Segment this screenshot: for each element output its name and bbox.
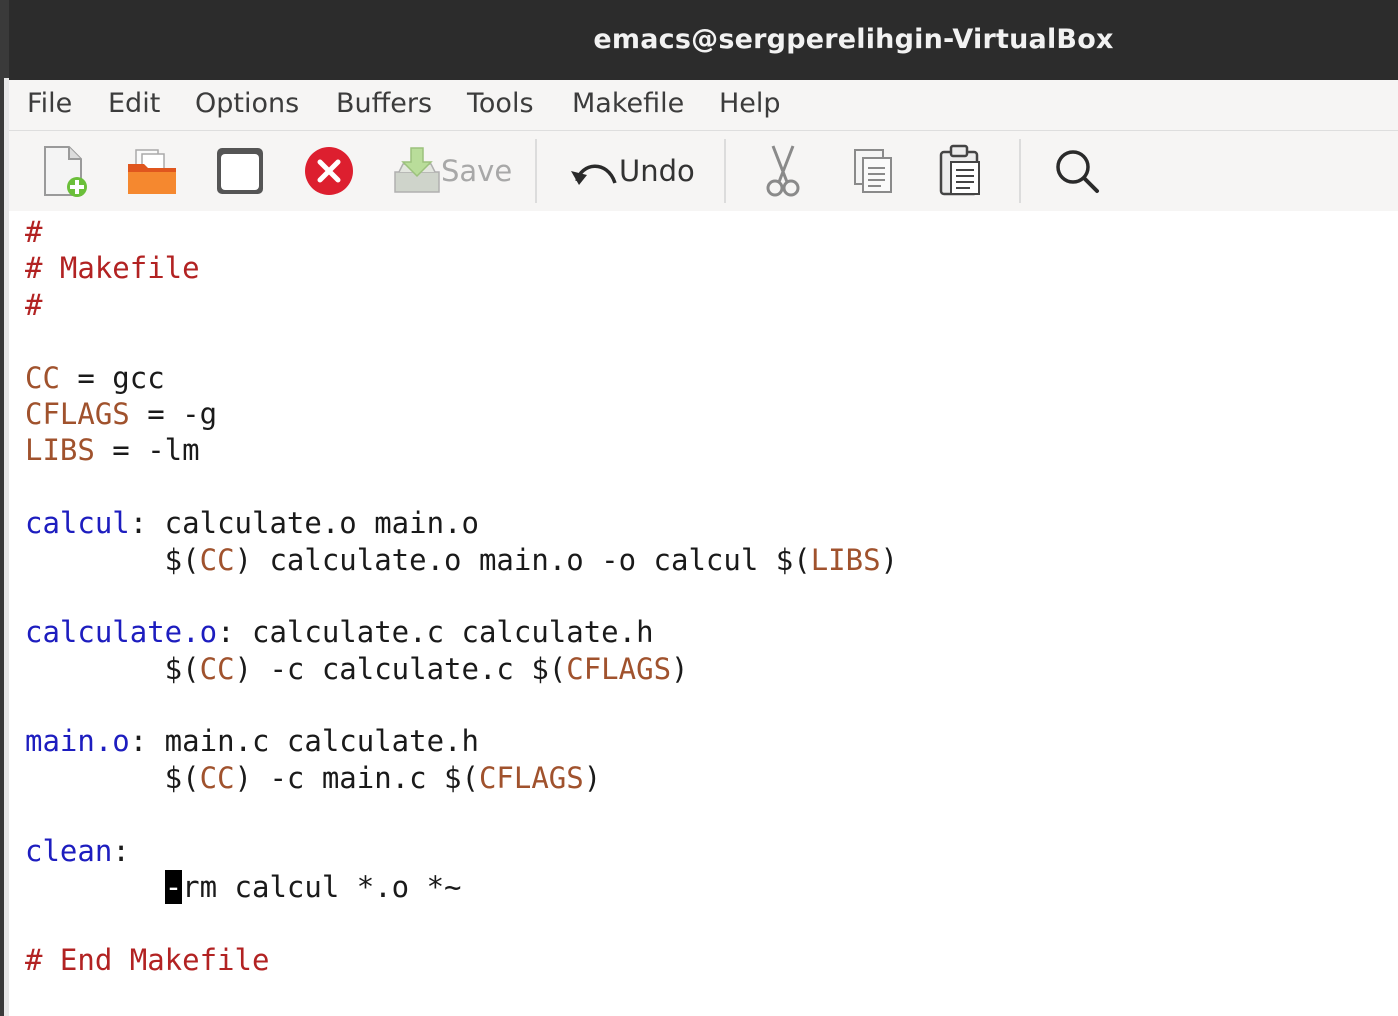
code-token: ) xyxy=(583,760,602,795)
menu-edit[interactable]: Edit xyxy=(106,88,162,119)
paste-icon xyxy=(937,144,985,198)
code-token: LIBS xyxy=(810,542,881,577)
code-line: # xyxy=(25,214,898,250)
toolbar-separator xyxy=(535,139,537,203)
cut-button[interactable] xyxy=(761,141,805,201)
window-title: emacs@sergperelihgin-VirtualBox xyxy=(593,24,1114,55)
code-token: rm calcul *.o *~ xyxy=(182,870,462,905)
code-line: $(CC) calculate.o main.o -o calcul $(LIB… xyxy=(25,542,898,578)
code-token: = -g xyxy=(129,396,218,431)
editor-buffer[interactable]: # # Makefile # CC = gcc CFLAGS = -g LIBS = -l… xyxy=(9,211,1398,1016)
undo-label: Undo xyxy=(619,154,695,188)
undo-button[interactable]: Undo xyxy=(569,141,695,201)
code-line: -rm calcul *.o *~ xyxy=(25,869,898,905)
code-token: # Makefile xyxy=(25,251,200,286)
code-line: CC = gcc xyxy=(25,360,898,396)
undo-icon xyxy=(569,151,619,191)
code-line: clean: xyxy=(25,833,898,869)
code-line: # Makefile xyxy=(25,250,898,286)
menu-options[interactable]: Options xyxy=(193,88,301,119)
code-token: ) -c main.c $( xyxy=(234,760,479,795)
code-line: # End Makefile xyxy=(25,942,898,978)
code-line: $(CC) -c calculate.c $(CFLAGS) xyxy=(25,651,898,687)
code-token: ) xyxy=(671,651,689,686)
scissors-icon xyxy=(761,144,805,198)
code-token: $( xyxy=(25,542,200,577)
menu-tools[interactable]: Tools xyxy=(465,88,536,119)
code-token: ) calculate.o main.o -o calcul $( xyxy=(234,542,811,577)
code-line: main.o: main.c calculate.h xyxy=(25,723,898,759)
code-token: CC xyxy=(25,360,60,395)
copy-icon xyxy=(851,146,895,196)
menu-buffers[interactable]: Buffers xyxy=(334,88,434,119)
text-cursor: - xyxy=(164,870,183,905)
save-icon xyxy=(393,146,441,196)
title-bar[interactable]: emacs@sergperelihgin-VirtualBox xyxy=(9,0,1398,80)
code-line: CFLAGS = -g xyxy=(25,396,898,432)
toolbar-separator xyxy=(1019,139,1021,203)
code-token: LIBS xyxy=(25,433,95,468)
menu-file[interactable]: File xyxy=(25,88,74,119)
code-line: # xyxy=(25,287,898,323)
code-line: LIBS = -lm xyxy=(25,432,898,468)
close-buffer-button[interactable] xyxy=(304,141,354,201)
code-token: ) xyxy=(880,542,899,577)
code-line: calcul: calculate.o main.o xyxy=(25,505,898,541)
save-button[interactable]: Save xyxy=(393,141,512,201)
directory-icon xyxy=(215,146,265,196)
code-token: # xyxy=(25,287,43,322)
code-text[interactable]: # # Makefile # CC = gcc CFLAGS = -g LIBS = -l… xyxy=(25,214,898,978)
code-token: = gcc xyxy=(59,360,165,395)
menu-bar: File Edit Options Buffers Tools Makefile… xyxy=(9,80,1398,131)
code-token: $( xyxy=(25,651,200,686)
open-folder-icon xyxy=(126,146,178,196)
toolbar-separator xyxy=(724,139,726,203)
code-token: $( xyxy=(25,760,200,795)
code-token: clean xyxy=(25,833,113,868)
code-token: main.o xyxy=(25,724,130,759)
new-file-button[interactable] xyxy=(41,141,89,201)
code-token: : calculate.o main.o xyxy=(129,506,479,541)
code-token: : xyxy=(112,833,130,868)
search-icon xyxy=(1053,147,1101,195)
code-token: ) -c calculate.c $( xyxy=(234,651,567,686)
search-button[interactable] xyxy=(1053,141,1101,201)
window-left-edge xyxy=(0,0,9,1016)
code-token: = -lm xyxy=(94,433,200,468)
code-token: # End Makefile xyxy=(25,942,270,977)
copy-button[interactable] xyxy=(851,141,895,201)
tool-bar: Save Undo xyxy=(9,131,1398,211)
code-line: calculate.o: calculate.c calculate.h xyxy=(25,614,898,650)
menu-makefile[interactable]: Makefile xyxy=(570,88,686,119)
code-token: CC xyxy=(199,760,235,795)
paste-button[interactable] xyxy=(937,141,985,201)
code-token: calcul xyxy=(25,506,130,541)
code-token: CFLAGS xyxy=(478,760,584,795)
code-token: CC xyxy=(199,542,235,577)
new-file-icon xyxy=(41,143,89,199)
code-token: # xyxy=(25,215,43,249)
code-token: : main.c calculate.h xyxy=(129,724,479,759)
code-token: CFLAGS xyxy=(25,396,130,431)
code-line: $(CC) -c main.c $(CFLAGS) xyxy=(25,760,898,796)
open-file-button[interactable] xyxy=(126,141,178,201)
dired-button[interactable] xyxy=(215,141,265,201)
save-label: Save xyxy=(441,154,513,188)
code-token: CFLAGS xyxy=(566,651,672,686)
close-buffer-icon xyxy=(304,146,354,196)
code-token: : calculate.c calculate.h xyxy=(217,615,654,650)
code-token: CC xyxy=(199,651,235,686)
code-token: calculate.o xyxy=(25,615,218,650)
menu-help[interactable]: Help xyxy=(717,88,783,119)
